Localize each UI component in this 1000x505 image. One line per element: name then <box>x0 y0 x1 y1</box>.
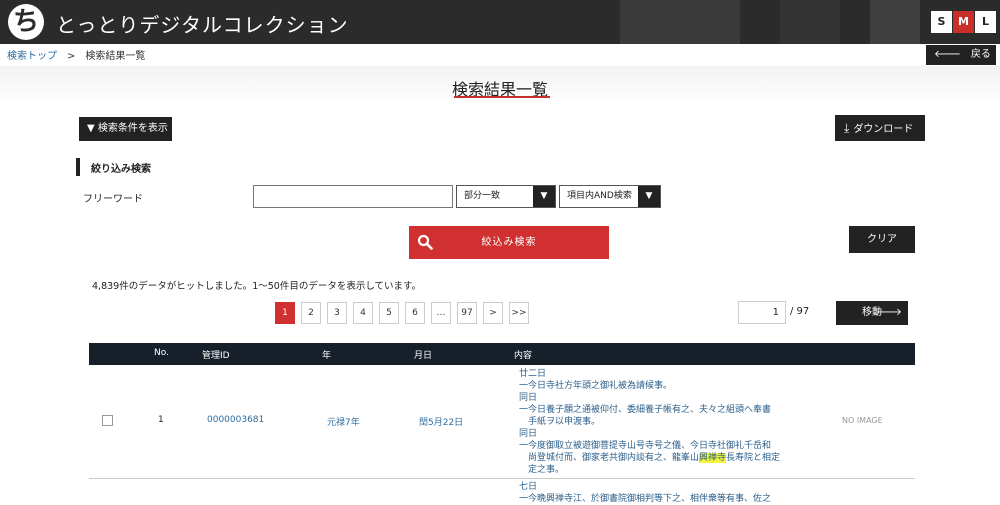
page-link-2[interactable]: 2 <box>301 302 321 324</box>
clear-button[interactable]: クリア <box>849 226 915 253</box>
breadcrumb-top-link[interactable]: 検索トップ <box>7 51 57 62</box>
column-header-no: No. <box>154 348 169 358</box>
title-underline <box>454 96 550 98</box>
content-line: 同日 <box>519 393 538 403</box>
content-line: 定之事。 <box>528 465 565 475</box>
row-year[interactable]: 元禄7年 <box>327 415 360 428</box>
page-link-6[interactable]: 6 <box>405 302 425 324</box>
content-line: 一今日寺社方年頭之御礼被為請候事。 <box>519 381 673 391</box>
filter-title: 絞り込み検索 <box>91 164 151 175</box>
filter-search-button[interactable]: 絞込み検索 <box>409 226 609 259</box>
header-decoration <box>870 0 920 44</box>
back-arrow-icon: 🡐 <box>934 49 961 60</box>
site-title[interactable]: とっとりデジタルコレクション <box>56 9 349 38</box>
freeword-input[interactable] <box>253 185 453 208</box>
header-decoration <box>780 0 840 44</box>
chevron-down-icon: ▼ <box>533 186 555 207</box>
content-line: 同日 <box>519 429 538 439</box>
row-checkbox[interactable] <box>102 415 113 426</box>
match-type-value: 部分一致 <box>464 191 501 201</box>
content-line: 一今晩興禅寺江、於御書院御相判等下之、相伴衆等有事、佐之 <box>519 494 772 504</box>
back-button[interactable]: 🡐 戻る <box>926 45 996 65</box>
page-link-5[interactable]: 5 <box>379 302 399 324</box>
page-last-button[interactable]: >> <box>509 302 529 324</box>
page-next-button[interactable]: > <box>483 302 503 324</box>
page-link-4[interactable]: 4 <box>353 302 373 324</box>
breadcrumb-separator: > <box>67 51 76 62</box>
header-decoration <box>620 0 740 44</box>
content-line: 廿二日 <box>519 369 547 379</box>
font-size-switcher: S M L <box>930 11 996 33</box>
row-date[interactable]: 閏5月22日 <box>419 415 463 428</box>
breadcrumb: 検索トップ > 検索結果一覧 <box>7 47 145 62</box>
font-size-large-button[interactable]: L <box>975 11 996 33</box>
arrow-right-icon: 🡒 <box>875 307 902 318</box>
row-content[interactable]: 七日 一今晩興禅寺江、於御書院御相判等下之、相伴衆等有事、佐之 <box>519 481 794 505</box>
result-count-text: 4,839件のデータがヒットしました。1～50件目のデータを表示しています。 <box>92 281 422 292</box>
section-marker <box>76 158 80 176</box>
row-content[interactable]: 廿二日 一今日寺社方年頭之御礼被為請候事。 同日 一今日養子願之通被仰付、委細養… <box>519 368 794 476</box>
search-mode-value: 項目内AND検索 <box>567 191 632 201</box>
chevron-down-icon: ▼ <box>638 186 660 207</box>
filter-search-label: 絞込み検索 <box>481 237 537 248</box>
freeword-label: フリーワード <box>83 194 143 205</box>
row-no: 1 <box>158 415 164 425</box>
search-icon <box>417 234 433 250</box>
download-label: ダウンロード <box>853 124 914 135</box>
column-header-year: 年 <box>322 351 332 361</box>
match-type-select[interactable]: 部分一致 ▼ <box>456 185 556 208</box>
content-line: 一今日養子願之通被仰付、委細養子帳有之、夫々之組頭へ奉書 <box>519 405 772 415</box>
page-link-1[interactable]: 1 <box>275 302 295 324</box>
column-header-id: 管理ID <box>202 351 230 361</box>
font-size-small-button[interactable]: S <box>931 11 952 33</box>
page-link-last[interactable]: 97 <box>457 302 477 324</box>
font-size-medium-button[interactable]: M <box>953 11 974 33</box>
row-id-link[interactable]: 0000003681 <box>207 415 264 425</box>
download-button[interactable]: ⤓ ダウンロード <box>835 115 925 141</box>
column-header-date: 月日 <box>414 351 433 361</box>
column-header-content: 内容 <box>514 351 533 361</box>
page-total: / 97 <box>790 306 810 317</box>
content-line-highlighted: 尚登城付而、御家老共御内談有之、龍峯山興禅寺長寿院と相定 <box>528 453 781 463</box>
page-ellipsis: … <box>431 302 451 324</box>
table-row: 1 0000003681 元禄7年 閏5月22日 廿二日 一今日寺社方年頭之御礼… <box>89 365 915 479</box>
show-conditions-button[interactable]: ▼ 検索条件を表示 <box>79 117 172 141</box>
table-row: 七日 一今晩興禅寺江、於御書院御相判等下之、相伴衆等有事、佐之 <box>89 480 915 504</box>
page-link-3[interactable]: 3 <box>327 302 347 324</box>
pagination: 1 2 3 4 5 6 … 97 > >> <box>275 302 535 324</box>
site-logo-glyph: ち <box>12 7 39 37</box>
content-line: 手紙ヲ以申渡事。 <box>528 417 601 427</box>
breadcrumb-current: 検索結果一覧 <box>85 51 146 62</box>
no-image-placeholder: NO IMAGE <box>842 416 883 425</box>
back-button-label: 戻る <box>970 49 991 60</box>
search-mode-select[interactable]: 項目内AND検索 ▼ <box>559 185 661 208</box>
move-button[interactable]: 移動 🡒 <box>836 301 908 325</box>
content-line: 一今度御取立被遊御菩提寺山号寺号之儀、今日寺社御礼千岳和 <box>519 441 772 451</box>
search-highlight: 興禅寺 <box>699 453 727 463</box>
table-header: No. 管理ID 年 月日 内容 <box>89 343 915 365</box>
site-header: ち とっとりデジタルコレクション S M L <box>0 0 1000 44</box>
download-icon: ⤓ <box>844 121 850 135</box>
page-number-input[interactable]: 1 <box>738 301 786 324</box>
content-line: 七日 <box>519 482 538 492</box>
